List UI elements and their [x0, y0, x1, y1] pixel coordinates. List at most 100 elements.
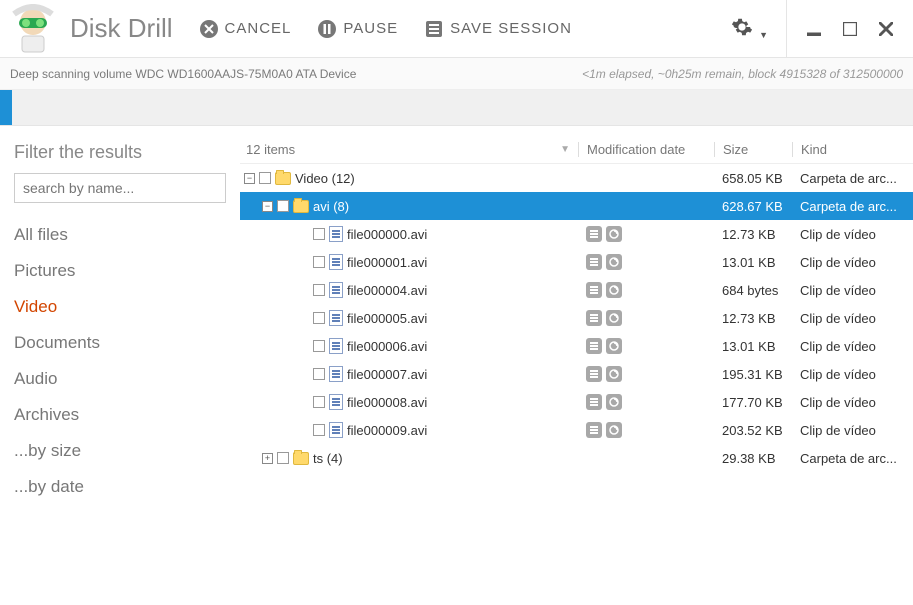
item-kind: Carpeta de arc...	[792, 199, 913, 214]
chevron-down-icon: ▼	[759, 30, 768, 40]
column-modification[interactable]: Modification date	[578, 142, 714, 157]
cancel-icon	[199, 19, 219, 39]
table-row[interactable]: file000001.avi13.01 KBClip de vídeo	[240, 248, 913, 276]
filter-video[interactable]: Video	[14, 289, 226, 325]
table-row[interactable]: file000009.avi 203.52 KBClip de vídeo	[240, 416, 913, 444]
cancel-button[interactable]: CANCEL	[199, 19, 292, 39]
settings-button[interactable]: ▼	[731, 16, 768, 41]
minimize-button[interactable]	[805, 20, 823, 38]
list-view-icon[interactable]	[586, 338, 602, 354]
list-view-icon[interactable]	[586, 226, 602, 242]
titlebar: Disk Drill CANCEL PAUSE SAVE SESSION ▼	[0, 0, 913, 58]
item-size: 628.67 KB	[714, 199, 792, 214]
checkbox[interactable]	[313, 368, 325, 380]
filter-pictures[interactable]: Pictures	[14, 253, 226, 289]
app-logo	[8, 4, 58, 54]
table-row[interactable]: file000000.avi12.73 KBClip de vídeo	[240, 220, 913, 248]
maximize-button[interactable]	[841, 20, 859, 38]
table-row[interactable]: file000004.avi 684 bytesClip de vídeo	[240, 276, 913, 304]
folder-icon	[293, 452, 309, 465]
item-kind: Clip de vídeo	[792, 255, 913, 270]
preview-icon[interactable]	[606, 338, 622, 354]
collapse-icon[interactable]: −	[244, 173, 255, 184]
item-kind: Clip de vídeo	[792, 339, 913, 354]
preview-icon[interactable]	[606, 310, 622, 326]
item-size: 13.01 KB	[714, 339, 792, 354]
checkbox[interactable]	[313, 312, 325, 324]
table-row[interactable]: − avi (8) 628.67 KBCarpeta de arc...	[240, 192, 913, 220]
item-kind: Clip de vídeo	[792, 311, 913, 326]
checkbox[interactable]	[313, 396, 325, 408]
filter-documents[interactable]: Documents	[14, 325, 226, 361]
item-kind: Clip de vídeo	[792, 423, 913, 438]
item-name: file000006.avi	[347, 339, 427, 354]
item-kind: Clip de vídeo	[792, 283, 913, 298]
checkbox[interactable]	[313, 340, 325, 352]
item-size: 658.05 KB	[714, 171, 792, 186]
checkbox[interactable]	[277, 200, 289, 212]
checkbox[interactable]	[277, 452, 289, 464]
item-name: avi (8)	[313, 199, 349, 214]
expand-icon[interactable]: +	[262, 453, 273, 464]
window-controls	[786, 0, 913, 57]
preview-icon[interactable]	[606, 422, 622, 438]
list-view-icon[interactable]	[586, 282, 602, 298]
collapse-icon[interactable]: −	[262, 201, 273, 212]
table-row[interactable]: file000007.avi 195.31 KBClip de vídeo	[240, 360, 913, 388]
list-view-icon[interactable]	[586, 366, 602, 382]
column-name[interactable]: 12 items ▼	[240, 142, 578, 157]
sidebar: Filter the results All files Pictures Vi…	[0, 126, 240, 605]
item-size: 177.70 KB	[714, 395, 792, 410]
item-name: file000008.avi	[347, 395, 427, 410]
checkbox[interactable]	[259, 172, 271, 184]
item-name: file000009.avi	[347, 423, 427, 438]
file-icon	[329, 226, 343, 242]
status-bar: Deep scanning volume WDC WD1600AAJS-75M0…	[0, 58, 913, 90]
item-name: Video (12)	[295, 171, 355, 186]
checkbox[interactable]	[313, 228, 325, 240]
list-view-icon[interactable]	[586, 422, 602, 438]
preview-icon[interactable]	[606, 366, 622, 382]
item-kind: Clip de vídeo	[792, 367, 913, 382]
preview-icon[interactable]	[606, 282, 622, 298]
active-tab-indicator[interactable]	[0, 90, 12, 125]
pause-button[interactable]: PAUSE	[317, 19, 398, 39]
list-view-icon[interactable]	[586, 254, 602, 270]
item-name: file000007.avi	[347, 367, 427, 382]
file-icon	[329, 310, 343, 326]
table-row[interactable]: +ts (4)29.38 KBCarpeta de arc...	[240, 444, 913, 472]
filter-bysize[interactable]: ...by size	[14, 433, 226, 469]
column-kind[interactable]: Kind	[792, 142, 913, 157]
pause-label: PAUSE	[343, 20, 398, 37]
preview-icon[interactable]	[606, 254, 622, 270]
filter-bydate[interactable]: ...by date	[14, 469, 226, 505]
item-kind: Clip de vídeo	[792, 395, 913, 410]
preview-icon[interactable]	[606, 394, 622, 410]
filter-audio[interactable]: Audio	[14, 361, 226, 397]
table-row[interactable]: file000008.avi 177.70 KBClip de vídeo	[240, 388, 913, 416]
app-title: Disk Drill	[70, 13, 173, 44]
checkbox[interactable]	[313, 256, 325, 268]
cancel-label: CANCEL	[225, 20, 292, 37]
file-icon	[329, 254, 343, 270]
table-row[interactable]: −Video (12)658.05 KBCarpeta de arc...	[240, 164, 913, 192]
column-size[interactable]: Size	[714, 142, 792, 157]
table-row[interactable]: file000006.avi 13.01 KBClip de vídeo	[240, 332, 913, 360]
checkbox[interactable]	[313, 424, 325, 436]
item-name: file000004.avi	[347, 283, 427, 298]
file-icon	[329, 338, 343, 354]
filter-all[interactable]: All files	[14, 217, 226, 253]
item-size: 684 bytes	[714, 283, 792, 298]
search-input[interactable]	[14, 173, 226, 203]
item-size: 203.52 KB	[714, 423, 792, 438]
list-view-icon[interactable]	[586, 394, 602, 410]
checkbox[interactable]	[313, 284, 325, 296]
filter-archives[interactable]: Archives	[14, 397, 226, 433]
preview-icon[interactable]	[606, 226, 622, 242]
close-button[interactable]	[877, 20, 895, 38]
save-label: SAVE SESSION	[450, 20, 572, 37]
table-row[interactable]: file000005.avi12.73 KBClip de vídeo	[240, 304, 913, 332]
item-size: 195.31 KB	[714, 367, 792, 382]
list-view-icon[interactable]	[586, 310, 602, 326]
save-session-button[interactable]: SAVE SESSION	[424, 19, 572, 39]
